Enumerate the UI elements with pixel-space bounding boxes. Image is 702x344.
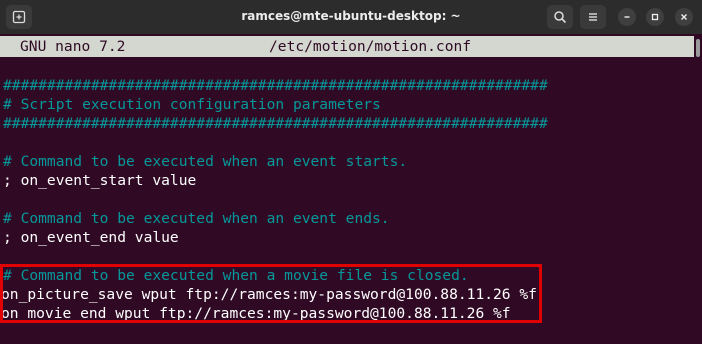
editor-line: # Command to be executed when an event s… bbox=[3, 153, 408, 170]
terminal-area[interactable]: GNU nano 7.2 /etc/motion/motion.conf ###… bbox=[0, 34, 702, 344]
highlight-box bbox=[0, 264, 542, 323]
editor-line: ########################################… bbox=[3, 77, 548, 94]
close-icon bbox=[681, 14, 687, 20]
maximize-button[interactable] bbox=[646, 8, 664, 26]
editor-line: ########################################… bbox=[3, 115, 548, 132]
editor-line: # Command to be executed when an event e… bbox=[3, 210, 390, 227]
close-button[interactable] bbox=[675, 8, 693, 26]
menu-icon bbox=[589, 13, 597, 21]
search-icon bbox=[554, 11, 567, 24]
minimize-button[interactable] bbox=[618, 8, 636, 26]
maximize-icon bbox=[651, 13, 659, 21]
search-button[interactable] bbox=[547, 5, 573, 29]
title-bar: ramces@mte-ubuntu-desktop: ~ bbox=[0, 0, 702, 34]
minimize-icon bbox=[624, 16, 630, 18]
scrollbar[interactable] bbox=[696, 39, 700, 57]
nano-version: GNU nano 7.2 bbox=[20, 38, 126, 55]
nano-header-bar: GNU nano 7.2 /etc/motion/motion.conf bbox=[0, 36, 694, 57]
editor-line: ; on_event_end value bbox=[3, 229, 179, 246]
nano-filename: /etc/motion/motion.conf bbox=[269, 38, 472, 55]
menu-button[interactable] bbox=[580, 5, 606, 29]
editor-line: # Script execution configuration paramet… bbox=[3, 96, 381, 113]
editor-line: ; on_event_start value bbox=[3, 172, 197, 189]
